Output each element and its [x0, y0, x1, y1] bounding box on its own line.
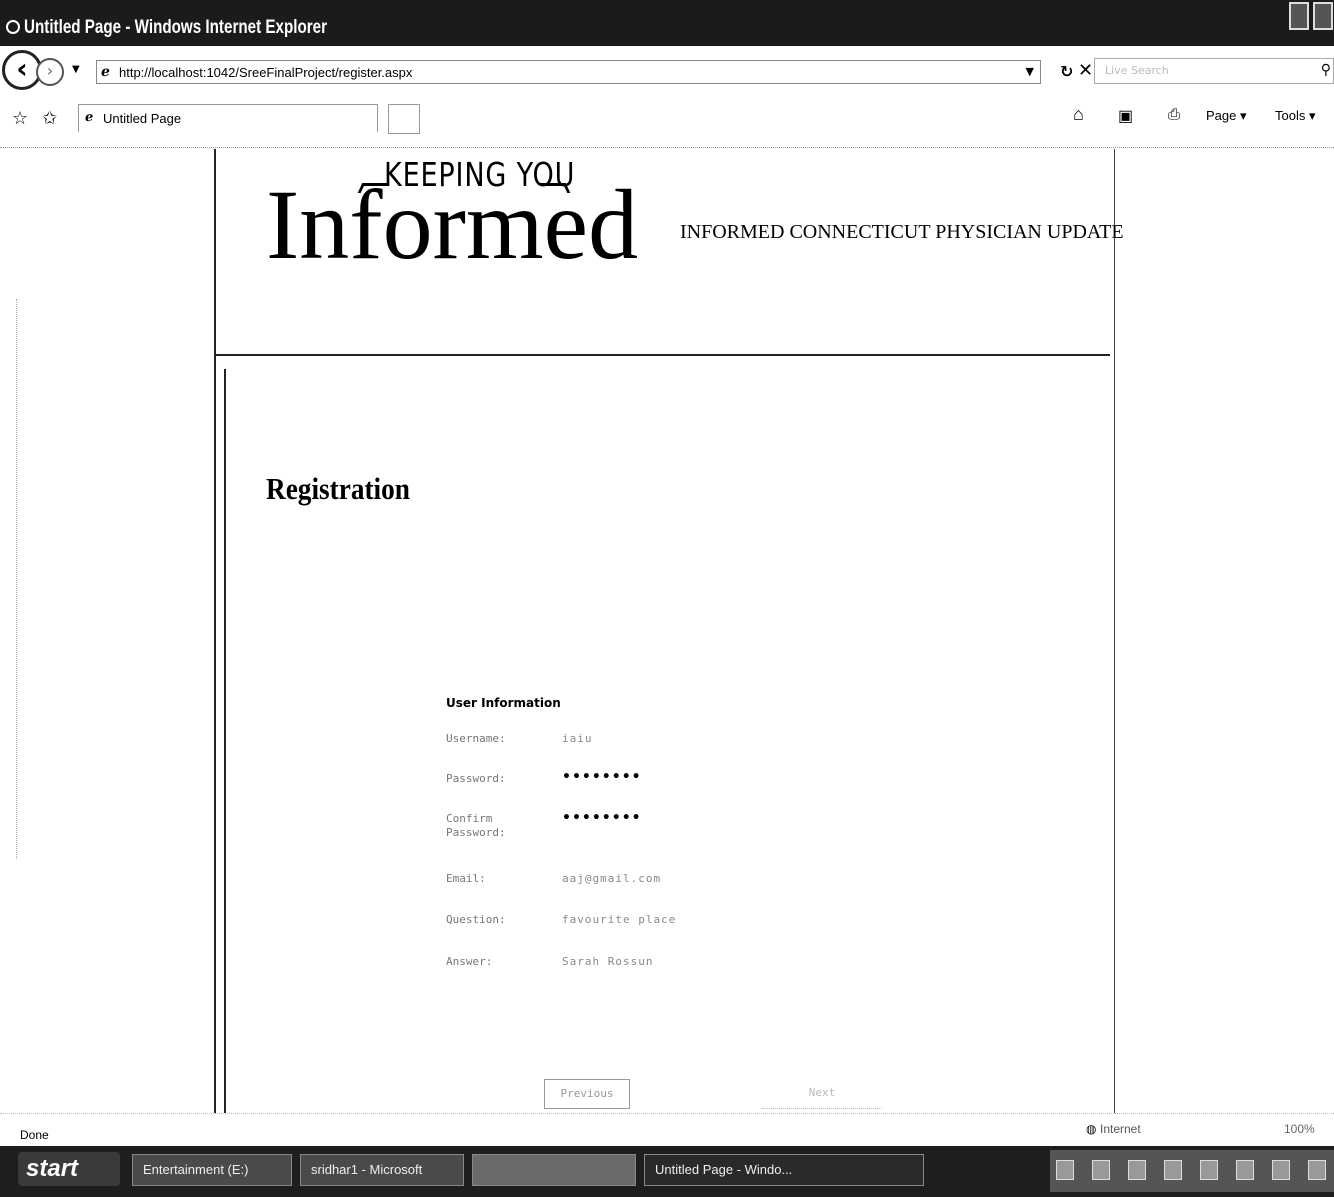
feeds-icon[interactable]: ▣ [1118, 106, 1133, 126]
answer-field[interactable]: Sarah Rossun [562, 955, 653, 968]
taskbar-item-ie[interactable]: Untitled Page - Windo... [644, 1154, 924, 1186]
window-title: Untitled Page - Windows Internet Explore… [24, 17, 328, 38]
taskbar-item-entertainment[interactable]: Entertainment (E:) [132, 1154, 292, 1186]
status-text: Done [20, 1128, 49, 1142]
zoom-level[interactable]: 100% [1284, 1122, 1315, 1136]
site-tagline: INFORMED CONNECTICUT PHYSICIAN UPDATE [680, 221, 1124, 243]
divider [214, 149, 216, 1113]
add-favorites-icon[interactable]: ✩ [42, 108, 57, 129]
divider [1114, 149, 1115, 1113]
tray-icon[interactable] [1128, 1160, 1146, 1180]
question-field[interactable]: favourite place [562, 913, 676, 926]
tab-bar: ☆ ✩ ℯ Untitled Page ⌂ ▣ ⎙ Page ▾ Tools ▾ [0, 94, 1334, 148]
tray-icon[interactable] [1236, 1160, 1254, 1180]
minimize-button[interactable] [1289, 2, 1309, 30]
tab-untitled-page[interactable]: ℯ Untitled Page [78, 104, 378, 132]
forward-button[interactable]: › [36, 58, 64, 86]
tools-menu[interactable]: Tools ▾ [1275, 108, 1316, 124]
ie-page-icon: ℯ [101, 64, 110, 80]
divider [224, 369, 226, 1113]
status-bar: Done ◍ Internet 100% [0, 1113, 1334, 1145]
banner-logo-text: Informed [266, 169, 639, 280]
confirm-password-label: Confirm Password: [446, 812, 506, 839]
start-button[interactable]: start [18, 1152, 120, 1186]
system-tray [1050, 1150, 1334, 1192]
address-dropdown-icon[interactable]: ▼ [1026, 65, 1034, 78]
username-field[interactable]: iaiu [562, 732, 593, 745]
tray-icon[interactable] [1272, 1160, 1290, 1180]
print-icon[interactable]: ⎙ [1168, 106, 1180, 123]
email-label: Email: [446, 872, 486, 885]
page-content: KEEPING YOU Informed INFORMED CONNECTICU… [0, 149, 1334, 1113]
taskbar-item-blank[interactable] [472, 1154, 636, 1186]
search-icon[interactable]: ⚲ [1321, 62, 1331, 78]
recent-pages-dropdown[interactable]: ▼ [72, 64, 80, 75]
search-input[interactable]: Live Search ⚲ [1094, 58, 1334, 84]
header-divider [216, 354, 1110, 356]
question-label: Question: [446, 913, 506, 926]
maximize-button[interactable] [1313, 2, 1333, 30]
answer-label: Answer: [446, 955, 493, 968]
stop-icon[interactable]: ✕ [1078, 60, 1093, 81]
username-label: Username: [446, 732, 506, 745]
page-menu[interactable]: Page ▾ [1206, 108, 1247, 124]
tray-icon[interactable] [1200, 1160, 1218, 1180]
address-bar[interactable]: ℯ http://localhost:1042/SreeFinalProject… [96, 60, 1041, 84]
page-title: Registration [266, 471, 410, 506]
navigation-bar: ‹ › ▼ ℯ http://localhost:1042/SreeFinalP… [0, 46, 1334, 94]
email-field[interactable]: aaj@gmail.com [562, 872, 661, 885]
password-label: Password: [446, 772, 506, 785]
taskbar: start Entertainment (E:) sridhar1 - Micr… [0, 1146, 1334, 1197]
taskbar-item-word[interactable]: sridhar1 - Microsoft [300, 1154, 464, 1186]
form-section-title: User Information [446, 696, 561, 710]
ie-page-icon: ℯ [85, 110, 94, 125]
divider [16, 299, 17, 859]
tray-icon[interactable] [1164, 1160, 1182, 1180]
confirm-password-field[interactable]: •••••••• [562, 810, 642, 826]
next-button[interactable]: Next [762, 1079, 882, 1109]
tray-icon[interactable] [1092, 1160, 1110, 1180]
security-zone-label: Internet [1100, 1122, 1141, 1136]
address-url[interactable]: http://localhost:1042/SreeFinalProject/r… [119, 65, 412, 80]
tray-icon[interactable] [1308, 1160, 1326, 1180]
search-placeholder: Live Search [1105, 64, 1169, 77]
tab-label: Untitled Page [103, 111, 182, 126]
refresh-icon[interactable]: ↻ [1060, 62, 1073, 81]
previous-button[interactable]: Previous [544, 1079, 630, 1109]
favorites-star-icon[interactable]: ☆ [12, 108, 28, 129]
new-tab-button[interactable] [388, 104, 420, 134]
internet-zone-icon: ◍ [1086, 1122, 1097, 1136]
ie-logo-icon [6, 20, 20, 34]
password-field[interactable]: •••••••• [562, 769, 642, 785]
title-bar: Untitled Page - Windows Internet Explore… [0, 0, 1334, 46]
home-icon[interactable]: ⌂ [1073, 104, 1084, 125]
tray-icon[interactable] [1056, 1160, 1074, 1180]
